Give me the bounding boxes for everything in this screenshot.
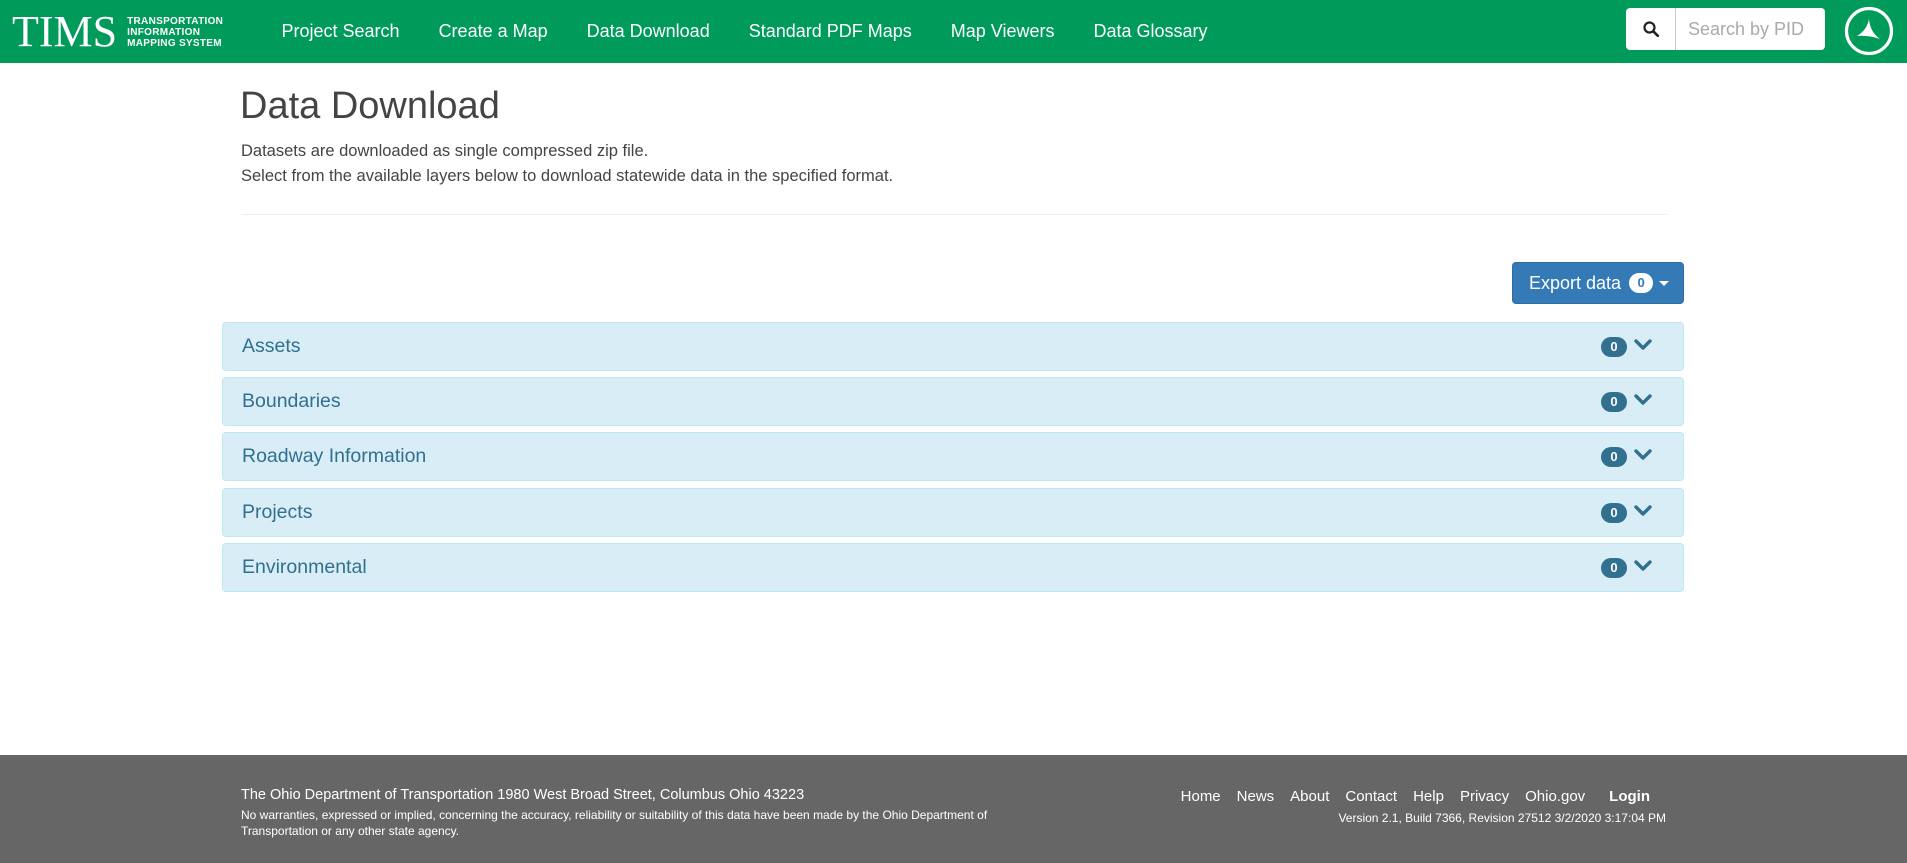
- search-icon: [1642, 21, 1659, 37]
- count-badge: 0: [1601, 392, 1627, 412]
- panel-title: Roadway Information: [242, 445, 427, 467]
- description-line-1: Datasets are downloaded as single compre…: [241, 142, 649, 160]
- chevron-down-icon: [1634, 449, 1652, 460]
- export-data-button[interactable]: Export data 0: [1512, 262, 1684, 304]
- page-title: Data Download: [240, 85, 500, 127]
- tims-logo[interactable]: TIMS TRANSPORTATION INFORMATION MAPPING …: [12, 10, 223, 54]
- footer-disclaimer: No warranties, expressed or implied, con…: [241, 808, 988, 838]
- count-badge: 0: [1601, 558, 1627, 578]
- panel-environmental[interactable]: Environmental 0: [222, 543, 1684, 592]
- panel-title: Environmental: [242, 556, 367, 578]
- export-count-badge: 0: [1629, 273, 1654, 293]
- login-link[interactable]: Login: [1609, 788, 1650, 805]
- nav-create-map[interactable]: Create a Map: [419, 0, 567, 63]
- top-navbar: TIMS TRANSPORTATION INFORMATION MAPPING …: [0, 0, 1907, 63]
- nav-map-viewers[interactable]: Map Viewers: [931, 0, 1074, 63]
- chevron-down-icon: [1634, 339, 1652, 350]
- description-line-2: Select from the available layers below t…: [241, 167, 894, 185]
- footer-link-about[interactable]: About: [1290, 788, 1329, 805]
- chevron-down-icon: [1634, 505, 1652, 516]
- caret-down-icon: [1659, 280, 1670, 286]
- footer-link-help[interactable]: Help: [1413, 788, 1444, 805]
- nav-data-download[interactable]: Data Download: [567, 0, 729, 63]
- panel-roadway-information[interactable]: Roadway Information 0: [222, 432, 1684, 481]
- panel-boundaries[interactable]: Boundaries 0: [222, 377, 1684, 426]
- nav-standard-pdf-maps[interactable]: Standard PDF Maps: [729, 0, 931, 63]
- nav-project-search[interactable]: Project Search: [262, 0, 419, 63]
- pid-search: [1626, 8, 1825, 50]
- search-button[interactable]: [1626, 8, 1676, 50]
- footer-links: Home News About Contact Help Privacy Ohi…: [1165, 788, 1650, 805]
- pid-search-input[interactable]: [1676, 8, 1816, 50]
- panel-projects[interactable]: Projects 0: [222, 488, 1684, 537]
- footer-link-home[interactable]: Home: [1181, 788, 1221, 805]
- export-data-label: Export data: [1529, 272, 1622, 293]
- footer-link-contact[interactable]: Contact: [1345, 788, 1397, 805]
- version-info: Version 2.1, Build 7366, Revision 27512 …: [1338, 811, 1666, 825]
- panel-title: Boundaries: [242, 390, 341, 412]
- divider: [241, 214, 1667, 215]
- main-nav: Project Search Create a Map Data Downloa…: [262, 0, 1227, 63]
- chevron-down-icon: [1634, 560, 1652, 571]
- count-badge: 0: [1601, 503, 1627, 523]
- brand-subtitle: TRANSPORTATION INFORMATION MAPPING SYSTE…: [127, 15, 224, 49]
- brand-name: TIMS: [12, 7, 118, 56]
- panel-title: Assets: [242, 335, 301, 357]
- footer-link-ohio-gov[interactable]: Ohio.gov: [1525, 788, 1585, 805]
- chevron-down-icon: [1634, 394, 1652, 405]
- panel-title: Projects: [242, 501, 313, 523]
- odot-logo-icon[interactable]: [1844, 6, 1894, 56]
- footer-address: The Ohio Department of Transportation 19…: [241, 787, 805, 803]
- count-badge: 0: [1601, 337, 1627, 357]
- panel-assets[interactable]: Assets 0: [222, 322, 1684, 371]
- footer-link-news[interactable]: News: [1237, 788, 1275, 805]
- footer: The Ohio Department of Transportation 19…: [0, 755, 1907, 863]
- count-badge: 0: [1601, 447, 1627, 467]
- nav-data-glossary[interactable]: Data Glossary: [1074, 0, 1227, 63]
- footer-link-privacy[interactable]: Privacy: [1460, 788, 1509, 805]
